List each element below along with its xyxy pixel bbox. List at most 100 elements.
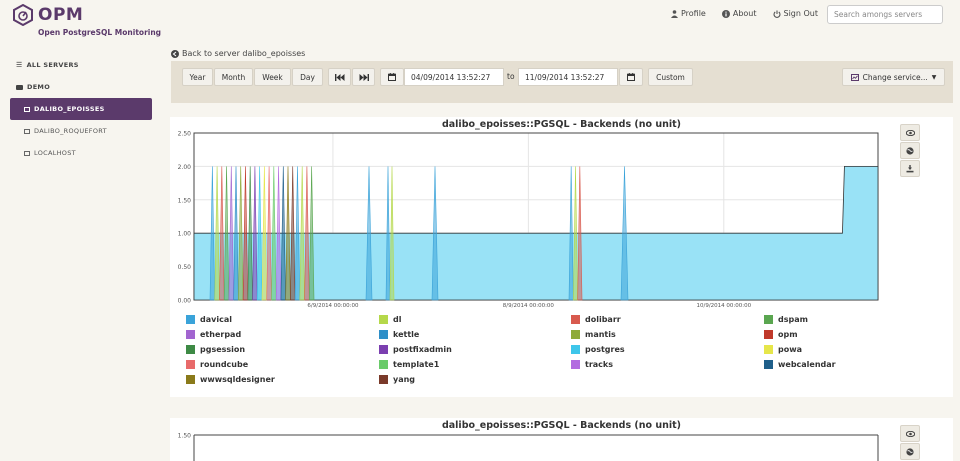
legend-swatch	[764, 315, 773, 324]
chart-panel-backends: dalibo_epoisses::PGSQL - Backends (no un…	[170, 117, 953, 397]
legend-label: dspam	[778, 315, 808, 324]
to-date-calendar-button[interactable]	[619, 68, 643, 86]
view-graph-button[interactable]	[900, 124, 920, 141]
day-button[interactable]: Day	[292, 68, 323, 86]
app-tagline: Open PostgreSQL Monitoring	[38, 28, 162, 37]
download-icon	[906, 164, 914, 172]
legend-swatch	[186, 360, 195, 369]
sidebar-item-all-servers[interactable]: ☰ ALL SERVERS	[10, 54, 152, 76]
server-label: DALIBO_EPOISSES	[34, 105, 105, 113]
user-icon	[670, 9, 678, 18]
legend-item[interactable]: opm	[764, 330, 798, 339]
legend-label: webcalendar	[778, 360, 836, 369]
legend-swatch	[764, 330, 773, 339]
legend-item[interactable]: postgres	[571, 345, 625, 354]
month-button[interactable]: Month	[214, 68, 253, 86]
signout-link[interactable]: Sign Out	[772, 9, 818, 18]
legend-label: roundcube	[200, 360, 249, 369]
server-search-input[interactable]	[827, 5, 943, 24]
about-link[interactable]: About	[721, 9, 757, 18]
back-to-server-link[interactable]: Back to server dalibo_epoisses	[171, 49, 305, 58]
legend-item[interactable]: dl	[379, 315, 401, 324]
from-date-calendar-button[interactable]	[380, 68, 404, 86]
legend-item[interactable]: etherpad	[186, 330, 241, 339]
web-link-button[interactable]	[900, 443, 920, 460]
legend-swatch	[764, 345, 773, 354]
legend-label: powa	[778, 345, 803, 354]
legend-label: wwwsqldesigner	[200, 375, 275, 384]
backends-chart-2[interactable]: 1.50	[170, 418, 890, 461]
server-label: DALIBO_ROQUEFORT	[34, 127, 107, 135]
legend-item[interactable]: roundcube	[186, 360, 248, 369]
sidebar-item-dalibo-roquefort[interactable]: DALIBO_ROQUEFORT	[10, 120, 152, 142]
legend-label: dolibarr	[585, 315, 621, 324]
legend-label: etherpad	[200, 330, 242, 339]
opm-logo-icon	[13, 4, 33, 26]
back-link-label: Back to server dalibo_epoisses	[182, 49, 306, 58]
download-button[interactable]	[900, 160, 920, 177]
year-button[interactable]: Year	[182, 68, 213, 86]
server-icon	[24, 128, 30, 134]
legend-item[interactable]: webcalendar	[764, 360, 836, 369]
legend-label: dl	[393, 315, 402, 324]
list-icon: ☰	[16, 61, 23, 69]
legend-item[interactable]: powa	[764, 345, 802, 354]
chart-icon	[850, 73, 859, 81]
legend-item[interactable]: dspam	[764, 315, 808, 324]
x-tick-label: 6/9/2014 00:00:00	[307, 303, 359, 309]
legend-swatch	[186, 330, 195, 339]
legend-swatch	[764, 360, 773, 369]
globe-icon	[906, 146, 914, 155]
calendar-icon	[388, 73, 396, 81]
legend-swatch	[379, 330, 388, 339]
legend-item[interactable]: wwwsqldesigner	[186, 375, 275, 384]
server-icon	[24, 106, 30, 112]
profile-link[interactable]: Profile	[670, 9, 706, 18]
sidebar: ☰ ALL SERVERS DEMO DALIBO_EPOISSES DALIB…	[10, 54, 152, 164]
fast-forward-icon	[359, 73, 369, 81]
legend-label: pgsession	[200, 345, 246, 354]
forward-button[interactable]	[352, 68, 375, 86]
custom-range-button[interactable]: Custom	[648, 68, 693, 86]
legend-label: yang	[393, 375, 416, 384]
from-date-input[interactable]: 04/09/2014 13:52:27	[404, 68, 504, 86]
opm-logo[interactable]: OPM	[12, 4, 83, 26]
view-graph-button[interactable]	[900, 425, 920, 442]
y-tick-label: 1.00	[178, 231, 192, 238]
all-servers-label: ALL SERVERS	[26, 61, 79, 69]
legend-item[interactable]: postfixadmin	[379, 345, 452, 354]
sidebar-item-dalibo-epoisses[interactable]: DALIBO_EPOISSES	[10, 98, 152, 120]
legend-swatch	[571, 345, 580, 354]
legend-item[interactable]: davical	[186, 315, 232, 324]
to-date-input[interactable]: 11/09/2014 13:52:27	[518, 68, 618, 86]
sidebar-item-localhost[interactable]: LOCALHOST	[10, 142, 152, 164]
legend-swatch	[379, 345, 388, 354]
backends-chart[interactable]: 2.50 2.00 1.50 1.00 0.50 0.00 6/9/2014 00:00:0…	[170, 127, 890, 327]
change-service-dropdown[interactable]: Change service... ▼	[842, 68, 945, 86]
rewind-button[interactable]	[328, 68, 351, 86]
server-icon	[24, 150, 30, 156]
legend-item[interactable]: tracks	[571, 360, 613, 369]
date-toolbar: Year Month Week Day 04/09/2014 13:52:27 …	[171, 61, 953, 103]
fast-backward-icon	[334, 73, 344, 81]
y-tick-label: 0.00	[178, 298, 192, 305]
week-button[interactable]: Week	[254, 68, 291, 86]
legend-label: postfixadmin	[393, 345, 452, 354]
legend-item[interactable]: template1	[379, 360, 439, 369]
legend-item[interactable]: mantis	[571, 330, 616, 339]
legend-swatch	[379, 315, 388, 324]
legend-item[interactable]: dolibarr	[571, 315, 621, 324]
top-nav: Profile About Sign Out	[670, 9, 818, 18]
legend-label: template1	[393, 360, 440, 369]
legend-swatch	[379, 375, 388, 384]
info-icon	[721, 9, 730, 18]
legend-item[interactable]: yang	[379, 375, 415, 384]
legend-label: kettle	[393, 330, 420, 339]
y-tick-label: 2.00	[178, 164, 192, 171]
x-tick-label: 10/9/2014 00:00:00	[696, 303, 751, 309]
chart-panel-backends-2: dalibo_epoisses::PGSQL - Backends (no un…	[170, 418, 953, 461]
legend-item[interactable]: pgsession	[186, 345, 245, 354]
web-link-button[interactable]	[900, 142, 920, 159]
sidebar-group-demo[interactable]: DEMO	[10, 76, 152, 98]
legend-item[interactable]: kettle	[379, 330, 419, 339]
